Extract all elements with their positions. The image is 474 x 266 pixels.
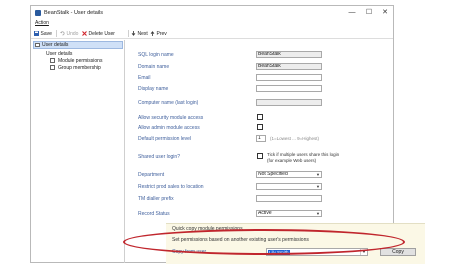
title-bar: BeanStalk - User details — ☐ ✕	[31, 6, 393, 20]
default-permission-label: Default permission level	[138, 136, 192, 142]
save-icon	[34, 31, 39, 36]
shared-login-checkbox[interactable]	[257, 153, 263, 159]
restrict-prod-sales-dropdown[interactable]: ▼	[256, 183, 322, 190]
computer-name-field[interactable]	[256, 99, 322, 106]
app-icon	[35, 10, 41, 16]
next-label: Next	[137, 30, 148, 37]
tree-collapse-icon[interactable]	[35, 43, 40, 47]
sql-login-label: SQL login name	[138, 52, 174, 58]
computer-name-label: Computer name (last login)	[138, 100, 199, 106]
record-status-value: Active	[258, 210, 272, 216]
delete-user-button[interactable]: Delete User	[82, 30, 115, 37]
delete-user-label: Delete User	[88, 30, 115, 37]
undo-icon	[60, 31, 65, 36]
save-button[interactable]: Save	[34, 30, 52, 37]
arrow-up-icon	[150, 31, 155, 36]
highlight-annotation	[123, 229, 405, 255]
domain-name-field[interactable]: BeanStalk	[256, 63, 322, 70]
chevron-down-icon: ▼	[316, 172, 320, 177]
tree-item-user-details[interactable]: User details	[46, 51, 72, 57]
document-icon	[50, 65, 55, 70]
allow-security-checkbox[interactable]	[257, 114, 263, 120]
domain-name-label: Domain name	[138, 64, 170, 70]
tree-header[interactable]: User details	[33, 41, 123, 49]
delete-icon	[82, 31, 87, 36]
department-value: Not Specified	[258, 171, 288, 177]
toolbar-separator	[128, 30, 129, 37]
record-status-label: Record Status	[138, 211, 170, 217]
undo-label: Undo	[66, 30, 79, 37]
close-button[interactable]: ✕	[378, 8, 392, 18]
document-icon	[50, 58, 55, 63]
prev-button[interactable]: Prev	[150, 30, 167, 37]
email-field[interactable]	[256, 74, 322, 81]
maximize-button[interactable]: ☐	[362, 8, 376, 18]
tm-dialler-prefix-field[interactable]	[256, 195, 322, 202]
allow-admin-checkbox[interactable]	[257, 124, 263, 130]
menu-action[interactable]: Action	[35, 20, 49, 26]
chevron-down-icon: ▼	[316, 211, 320, 216]
chevron-down-icon: ▼	[316, 184, 320, 189]
copy-button[interactable]: Copy	[380, 248, 416, 256]
window-title: BeanStalk - User details	[44, 10, 103, 16]
department-label: Department	[138, 172, 165, 178]
display-name-label: Display name	[138, 86, 169, 92]
navigation-tree: User details User details Module permiss…	[32, 40, 125, 263]
email-label: Email	[138, 75, 151, 81]
tree-item-group-membership[interactable]: Group membership	[58, 65, 101, 71]
toolbar-separator	[56, 30, 57, 37]
shared-login-label: Shared user login?	[138, 154, 180, 160]
shared-login-hint-line1: Tick if multiple users share this login	[267, 152, 340, 157]
default-permission-field[interactable]: 1	[256, 135, 266, 142]
undo-button[interactable]: Undo	[60, 30, 78, 37]
allow-security-label: Allow security module access	[138, 115, 204, 121]
save-label: Save	[40, 30, 52, 37]
minimize-button[interactable]: —	[345, 8, 359, 18]
tree-item-label: User details	[46, 51, 73, 57]
display-name-field[interactable]	[256, 85, 322, 92]
tree-item-label: Module permissions	[58, 58, 103, 64]
allow-admin-label: Allow admin module access	[138, 125, 200, 131]
department-dropdown[interactable]: Not Specified ▼	[256, 171, 322, 178]
next-button[interactable]: Next	[131, 30, 148, 37]
user-details-window: BeanStalk - User details — ☐ ✕ Action Sa…	[30, 5, 425, 264]
sql-login-field[interactable]: BeanStalk	[256, 51, 322, 58]
tree-item-module-permissions[interactable]: Module permissions	[58, 58, 102, 64]
record-status-dropdown[interactable]: Active ▼	[256, 210, 322, 217]
restrict-prod-sales-label: Restrict prod sales to location	[138, 184, 204, 190]
menu-bar: Action	[31, 20, 393, 27]
shared-login-hint-line2: (for example Web users)	[267, 158, 317, 163]
arrow-down-icon	[131, 31, 136, 36]
tree-item-label: Group membership	[58, 65, 101, 71]
tm-dialler-prefix-label: TM dialler prefix	[138, 196, 174, 202]
toolbar: Save Undo Delete User Next Prev	[31, 28, 393, 39]
prev-label: Prev	[156, 30, 167, 37]
tree-header-label: User details	[42, 42, 69, 48]
default-permission-hint: (1=Lowest ... 9=Highest)	[270, 136, 320, 141]
